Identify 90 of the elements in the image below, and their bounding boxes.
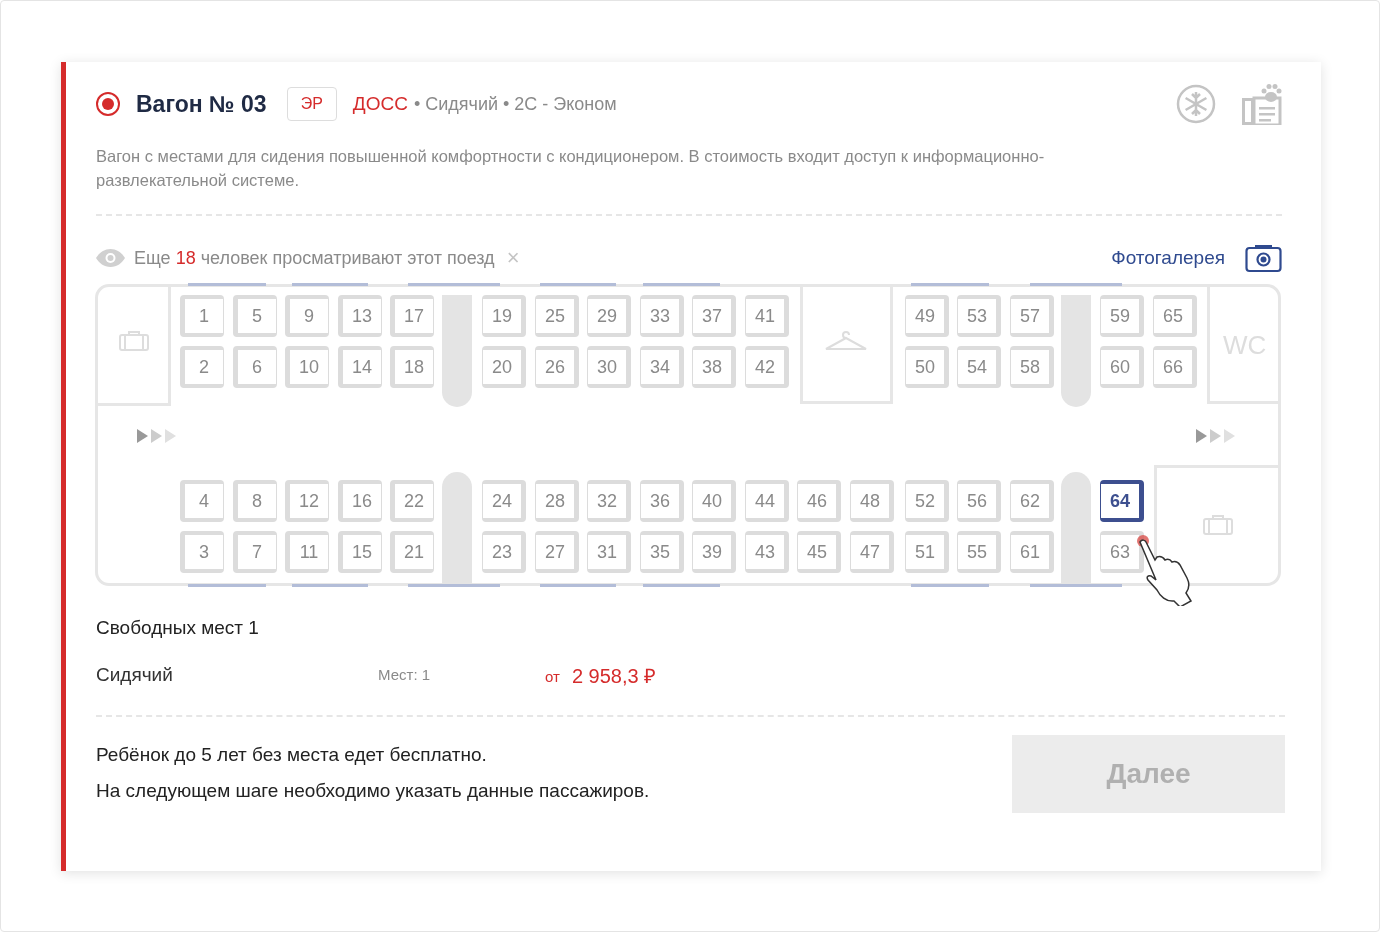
- seat[interactable]: 22: [390, 480, 434, 522]
- seat[interactable]: 36: [640, 480, 684, 522]
- seat[interactable]: 61: [1010, 531, 1054, 573]
- seat[interactable]: 24: [482, 480, 526, 522]
- seat[interactable]: 12: [285, 480, 329, 522]
- car-details: • Сидячий • 2С - Эконом: [413, 92, 617, 116]
- seat[interactable]: 49: [905, 295, 949, 337]
- seat[interactable]: 52: [905, 480, 949, 522]
- seat[interactable]: 9: [285, 295, 329, 337]
- seat[interactable]: 7: [233, 531, 277, 573]
- seat[interactable]: 56: [957, 480, 1001, 522]
- seat[interactable]: 47: [850, 531, 894, 573]
- eye-icon: [96, 249, 125, 267]
- seat[interactable]: 13: [338, 295, 382, 337]
- viewers-notice: Еще 18 человек просматривают этот поезд: [134, 246, 495, 270]
- seat[interactable]: 26: [535, 346, 579, 388]
- seat[interactable]: 1: [180, 295, 224, 337]
- car-type-badge: ЭР: [286, 87, 337, 121]
- seat[interactable]: 62: [1010, 480, 1054, 522]
- luggage-icon: [119, 331, 149, 351]
- seat[interactable]: 44: [745, 480, 789, 522]
- camera-icon[interactable]: [1245, 243, 1282, 273]
- seat[interactable]: 18: [390, 346, 434, 388]
- car-description: Вагон с местами для сидения повышенной комфортности с кондиционером. В стоимость входит доступ к информационно-развлекательной системе.: [96, 146, 1046, 191]
- seat[interactable]: 54: [957, 346, 1001, 388]
- seat[interactable]: 33: [640, 295, 684, 337]
- seat[interactable]: 53: [957, 295, 1001, 337]
- seat[interactable]: 43: [745, 531, 789, 573]
- seat[interactable]: 10: [285, 346, 329, 388]
- free-seats-count: Свободных мест 1: [96, 616, 260, 640]
- seat[interactable]: 20: [482, 346, 526, 388]
- seat[interactable]: 42: [745, 346, 789, 388]
- price: 2 958,3 ₽: [571, 663, 657, 689]
- seat[interactable]: 11: [285, 531, 329, 573]
- photo-gallery-link[interactable]: Фотогалерея: [1111, 243, 1225, 273]
- seat[interactable]: 40: [692, 480, 736, 522]
- seat[interactable]: 28: [535, 480, 579, 522]
- seat[interactable]: 30: [587, 346, 631, 388]
- luggage-icon: [1203, 515, 1233, 535]
- price-prefix: от: [545, 667, 560, 688]
- seat[interactable]: 15: [338, 531, 382, 573]
- seat[interactable]: 63: [1100, 531, 1144, 573]
- direction-arrows-icon: [1196, 429, 1236, 443]
- seat[interactable]: 4: [180, 480, 224, 522]
- seat[interactable]: 8: [233, 480, 277, 522]
- seat[interactable]: 5: [233, 295, 277, 337]
- seat[interactable]: 27: [535, 531, 579, 573]
- seat[interactable]: 29: [587, 295, 631, 337]
- direction-arrows-icon: [137, 429, 177, 443]
- note-text: Ребёнок до 5 лет без места едет бесплатно.: [96, 742, 488, 767]
- seat[interactable]: 6: [233, 346, 277, 388]
- seat[interactable]: 50: [905, 346, 949, 388]
- seat[interactable]: 38: [692, 346, 736, 388]
- seat[interactable]: 46: [797, 480, 841, 522]
- seat[interactable]: 55: [957, 531, 1001, 573]
- car-brand: ДОСС: [352, 91, 408, 116]
- seat[interactable]: 58: [1010, 346, 1054, 388]
- seat[interactable]: 45: [797, 531, 841, 573]
- seat[interactable]: 34: [640, 346, 684, 388]
- seat[interactable]: 2: [180, 346, 224, 388]
- seat[interactable]: 60: [1100, 346, 1144, 388]
- seat[interactable]: 59: [1100, 295, 1144, 337]
- seat[interactable]: 3: [180, 531, 224, 573]
- snowflake-icon: [1176, 84, 1216, 124]
- seats-available: Мест: 1: [378, 665, 432, 686]
- car-title: Вагон № 03: [136, 89, 267, 119]
- pet-ticket-icon: [1240, 83, 1282, 125]
- seat[interactable]: 35: [640, 531, 684, 573]
- seat[interactable]: 48: [850, 480, 894, 522]
- seat[interactable]: 57: [1010, 295, 1054, 337]
- seat[interactable]: 66: [1153, 346, 1197, 388]
- radio-button[interactable]: [96, 92, 120, 116]
- seat[interactable]: 21: [390, 531, 434, 573]
- seat[interactable]: 37: [692, 295, 736, 337]
- seat[interactable]: 39: [692, 531, 736, 573]
- seat[interactable]: 19: [482, 295, 526, 337]
- seat[interactable]: 41: [745, 295, 789, 337]
- seat[interactable]: 31: [587, 531, 631, 573]
- seat[interactable]: 14: [338, 346, 382, 388]
- seat-type: Сидячий: [96, 663, 174, 688]
- note-text: На следующем шаге необходимо указать данные пассажиров.: [96, 778, 651, 803]
- seat[interactable]: 25: [535, 295, 579, 337]
- hanger-icon: [824, 331, 868, 351]
- seat[interactable]: 17: [390, 295, 434, 337]
- seat[interactable]: 23: [482, 531, 526, 573]
- seat[interactable]: 51: [905, 531, 949, 573]
- seat[interactable]: 32: [587, 480, 631, 522]
- seat[interactable]: 65: [1153, 295, 1197, 337]
- seat[interactable]: 64: [1100, 480, 1144, 522]
- seat[interactable]: 16: [338, 480, 382, 522]
